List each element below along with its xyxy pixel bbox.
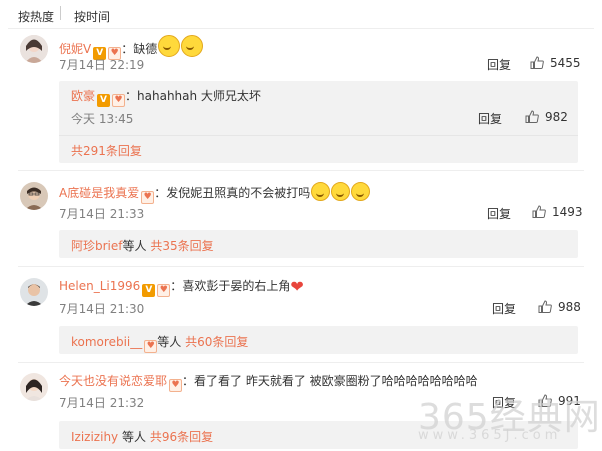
sub-reply-username[interactable]: 阿珍brief — [71, 239, 123, 253]
more-replies-link[interactable]: 共291条回复 — [71, 142, 142, 159]
sub-reply-box: 欧豪 V ♥ ：hahahhah 大师兄太坏 今天 13:45 回复 982 共291… — [59, 81, 578, 163]
comment-time: 7月14日 21:30 — [59, 302, 145, 316]
reply-button[interactable]: 回复 — [487, 205, 511, 222]
comment-item: 倪妮V V ♥ ：缺德 7月14日 22:19 回复 5455 欧豪 V ♥ ：hahahh… — [0, 33, 602, 163]
comment-time: 7月14日 21:33 — [59, 207, 145, 221]
like-button[interactable]: 1493 — [532, 205, 583, 219]
like-count: 1493 — [552, 205, 583, 219]
sort-divider — [60, 6, 61, 20]
more-replies-link[interactable]: komorebii__ ♥ 等人 共60条回复 — [71, 333, 248, 353]
sort-by-time[interactable]: 按时间 — [74, 8, 110, 25]
site-watermark-url: www.365J.com — [418, 428, 562, 443]
more-replies-link[interactable]: 阿珍brief等人 共35条回复 — [71, 237, 214, 254]
like-button[interactable]: 988 — [538, 300, 581, 314]
more-replies-link[interactable]: Izizizihy 等人 共96条回复 — [71, 428, 213, 445]
like-count: 982 — [545, 110, 568, 124]
reply-button[interactable]: 回复 — [487, 56, 511, 73]
sub-reply-text: hahahhah 大师兄太坏 — [137, 89, 261, 103]
comment-line: Helen_Li1996 V ♥ ：喜欢彭于晏的右上角❤ — [59, 277, 304, 297]
sub-reply-box: 阿珍brief等人 共35条回复 — [59, 230, 578, 258]
username-link[interactable]: 今天也没有说恋爱耶 — [59, 374, 167, 388]
reply-button[interactable]: 回复 — [492, 300, 516, 317]
avatar[interactable] — [20, 182, 48, 210]
avatar[interactable] — [20, 35, 48, 63]
like-button[interactable]: 5455 — [530, 56, 581, 70]
comment-divider — [18, 362, 584, 363]
verified-icon: V — [97, 94, 111, 107]
verified-icon: V — [142, 284, 156, 297]
username-link[interactable]: A底碰是我真爱 — [59, 186, 139, 200]
comment-time: 7月14日 21:32 — [59, 396, 145, 410]
sub-reply-username[interactable]: komorebii__ — [71, 335, 142, 349]
fan-badge-icon: ♥ — [157, 284, 171, 297]
fan-badge-icon: ♥ — [144, 340, 158, 353]
sub-reply-box: komorebii__ ♥ 等人 共60条回复 — [59, 326, 578, 354]
like-count: 988 — [558, 300, 581, 314]
fan-badge-icon: ♥ — [112, 94, 126, 107]
sort-bar-underline — [8, 28, 594, 29]
sub-reply-etc: 等人 — [121, 430, 146, 444]
like-count: 5455 — [550, 56, 581, 70]
comment-time: 7月14日 22:19 — [59, 58, 145, 72]
comment-line: A底碰是我真爱 ♥ ：发倪妮丑照真的不会被打吗 — [59, 182, 371, 204]
thumbs-up-icon — [530, 56, 544, 69]
fan-badge-icon: ♥ — [141, 191, 155, 204]
more-replies-count[interactable]: 共60条回复 — [185, 335, 248, 349]
laugh-cry-emoji-icon — [351, 182, 371, 201]
comment-line: 今天也没有说恋爱耶 ♥ ：看了看了 昨天就看了 被欧豪圈粉了哈哈哈哈哈哈哈哈 — [59, 374, 478, 392]
username-link[interactable]: 倪妮V — [59, 42, 91, 56]
comment-item: Helen_Li1996 V ♥ ：喜欢彭于晏的右上角❤ 7月14日 21:30 回复… — [0, 276, 602, 356]
more-replies-count[interactable]: 共35条回复 — [150, 239, 213, 253]
sub-reply-etc: 等人 — [157, 335, 182, 349]
avatar[interactable] — [20, 278, 48, 306]
smirk-emoji-icon — [158, 35, 181, 57]
sort-by-hot[interactable]: 按热度 — [18, 8, 54, 25]
sort-bar: 按热度 按时间 — [0, 0, 602, 29]
sub-reply-divider — [59, 135, 578, 136]
comment-divider — [18, 170, 584, 171]
more-replies-count[interactable]: 共96条回复 — [150, 430, 213, 444]
thumbs-up-icon — [525, 110, 539, 123]
laugh-cry-emoji-icon — [331, 182, 351, 201]
comment-divider — [18, 266, 584, 267]
comment-text: 缺德 — [133, 42, 158, 56]
thumbs-up-icon — [532, 205, 546, 218]
comment-text: 喜欢彭于晏的右上角 — [182, 279, 291, 293]
sub-reply-username[interactable]: Izizizihy — [71, 430, 118, 444]
sub-like-button[interactable]: 982 — [525, 110, 568, 124]
sub-reply-line: 欧豪 V ♥ ：hahahhah 大师兄太坏 — [71, 89, 261, 107]
fan-badge-icon: ♥ — [169, 379, 183, 392]
comment-text: 看了看了 昨天就看了 被欧豪圈粉了哈哈哈哈哈哈哈哈 — [194, 374, 478, 388]
sub-reply-etc: 等人 — [122, 239, 147, 253]
comment-text: 发倪妮丑照真的不会被打吗 — [166, 186, 311, 200]
username-link[interactable]: Helen_Li1996 — [59, 279, 140, 293]
comment-item: A底碰是我真爱 ♥ ：发倪妮丑照真的不会被打吗 7月14日 21:33 回复 149… — [0, 180, 602, 260]
heart-emoji-icon: ❤ — [290, 277, 304, 296]
thumbs-up-icon — [538, 300, 552, 313]
laugh-cry-emoji-icon — [311, 182, 331, 201]
sub-reply-time: 今天 13:45 — [71, 112, 134, 126]
sub-reply-button[interactable]: 回复 — [478, 110, 502, 127]
sub-username-link[interactable]: 欧豪 — [71, 89, 95, 103]
avatar[interactable] — [20, 373, 48, 401]
rolling-emoji-icon — [181, 35, 204, 57]
